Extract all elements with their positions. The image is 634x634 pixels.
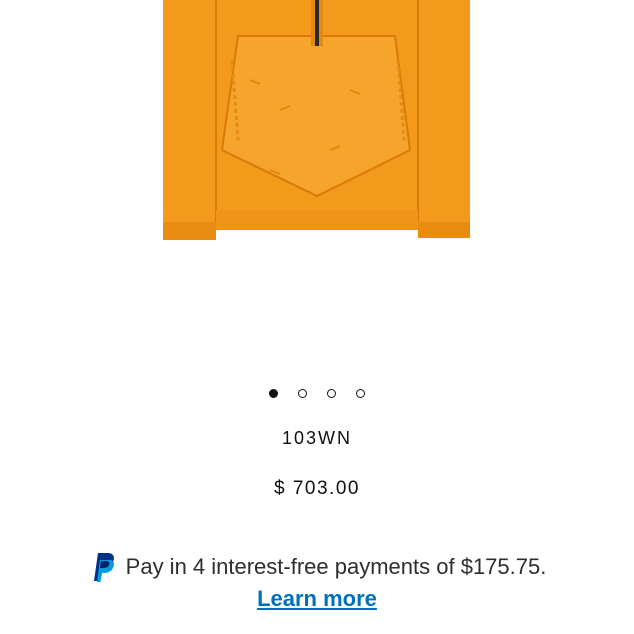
product-price: $ 703.00	[274, 478, 360, 499]
product-image[interactable]	[0, 0, 634, 370]
paypal-icon	[93, 553, 114, 582]
learn-more-link[interactable]: Learn more	[257, 586, 377, 611]
carousel-dot-2[interactable]	[298, 389, 307, 398]
paypal-installments-text: Pay in 4 interest-free payments of $175.…	[125, 554, 547, 579]
product-name: 103WN	[281, 428, 353, 448]
image-carousel-dots	[0, 389, 634, 398]
paypal-installments-message: Pay in 4 interest-free payments of $175.…	[0, 551, 634, 583]
carousel-dot-3[interactable]	[327, 389, 336, 398]
carousel-dot-1[interactable]	[269, 389, 278, 398]
orange-jacket-image	[163, 0, 470, 240]
carousel-dot-4[interactable]	[356, 389, 365, 398]
